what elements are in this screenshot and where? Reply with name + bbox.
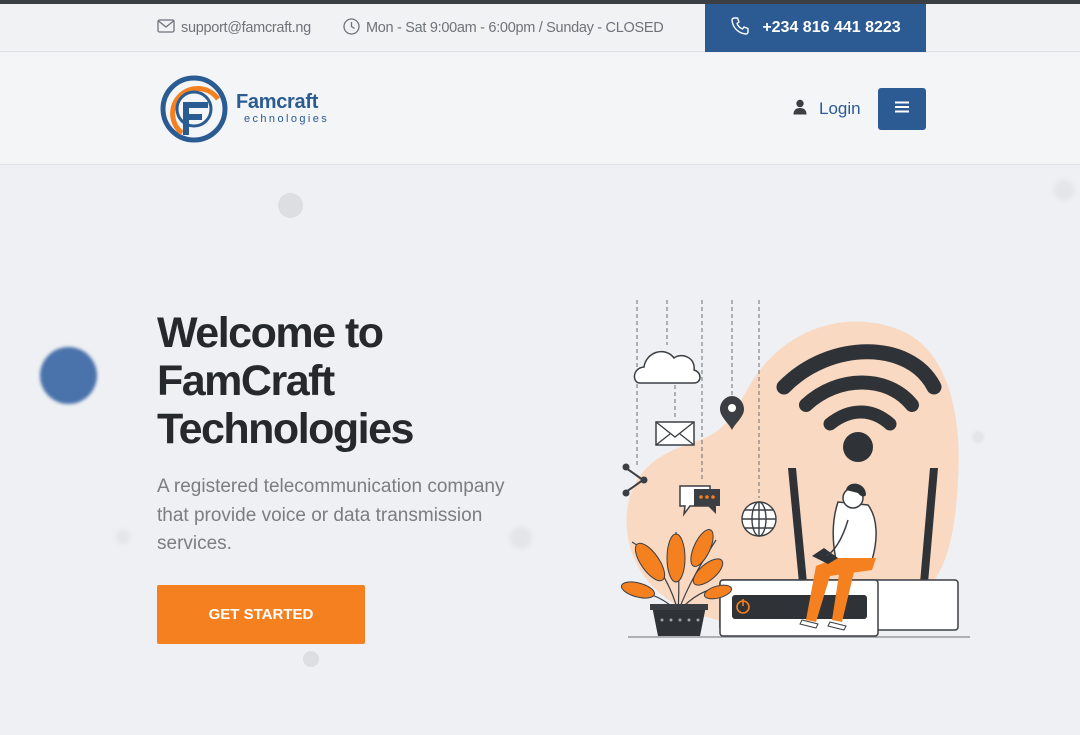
phone-button[interactable]: +234 816 441 8223 xyxy=(705,4,926,52)
clock-icon xyxy=(343,17,366,39)
hero-illustration xyxy=(620,300,970,638)
brand-name: Famcraft xyxy=(236,91,319,113)
decor-blue-circle xyxy=(40,347,97,404)
famcraft-logo-icon xyxy=(160,75,228,143)
hero-title-line: Welcome to xyxy=(157,309,384,357)
decor-dot xyxy=(1054,180,1074,200)
decor-dot xyxy=(278,193,303,218)
top-info-bar: support@famcraft.ng Mon - Sat 9:00am - 6… xyxy=(0,4,1080,52)
user-icon xyxy=(793,99,819,120)
envelope-graphic xyxy=(655,421,695,446)
menu-toggle-button[interactable] xyxy=(878,88,926,130)
envelope-icon xyxy=(157,19,181,37)
login-link[interactable]: Login xyxy=(793,98,861,120)
hero-title-line: FamCraft xyxy=(157,357,335,405)
cloud-icon xyxy=(633,350,701,384)
hero-title: Welcome to FamCraft Technologies xyxy=(157,309,517,453)
brand-tagline: echnologies xyxy=(244,113,330,125)
hours-text: Mon - Sat 9:00am - 6:00pm / Sunday - CLO… xyxy=(366,20,664,36)
email-text: support@famcraft.ng xyxy=(181,20,311,36)
business-hours: Mon - Sat 9:00am - 6:00pm / Sunday - CLO… xyxy=(343,17,664,39)
hero-title-line: Technologies xyxy=(157,405,414,453)
login-label: Login xyxy=(819,99,861,118)
decor-dot xyxy=(303,651,319,667)
brand-logo[interactable]: Famcraft echnologies xyxy=(160,75,332,145)
get-started-button[interactable]: GET STARTED xyxy=(157,585,365,644)
hero-subtitle: A registered telecommunication company t… xyxy=(157,476,505,554)
phone-number: +234 816 441 8223 xyxy=(762,19,901,36)
globe-icon xyxy=(741,501,777,537)
email-contact[interactable]: support@famcraft.ng xyxy=(157,17,311,39)
hamburger-icon xyxy=(895,100,909,118)
phone-icon xyxy=(730,16,762,41)
decor-dot xyxy=(116,530,130,544)
main-navbar: Famcraft echnologies Login xyxy=(0,53,1080,165)
